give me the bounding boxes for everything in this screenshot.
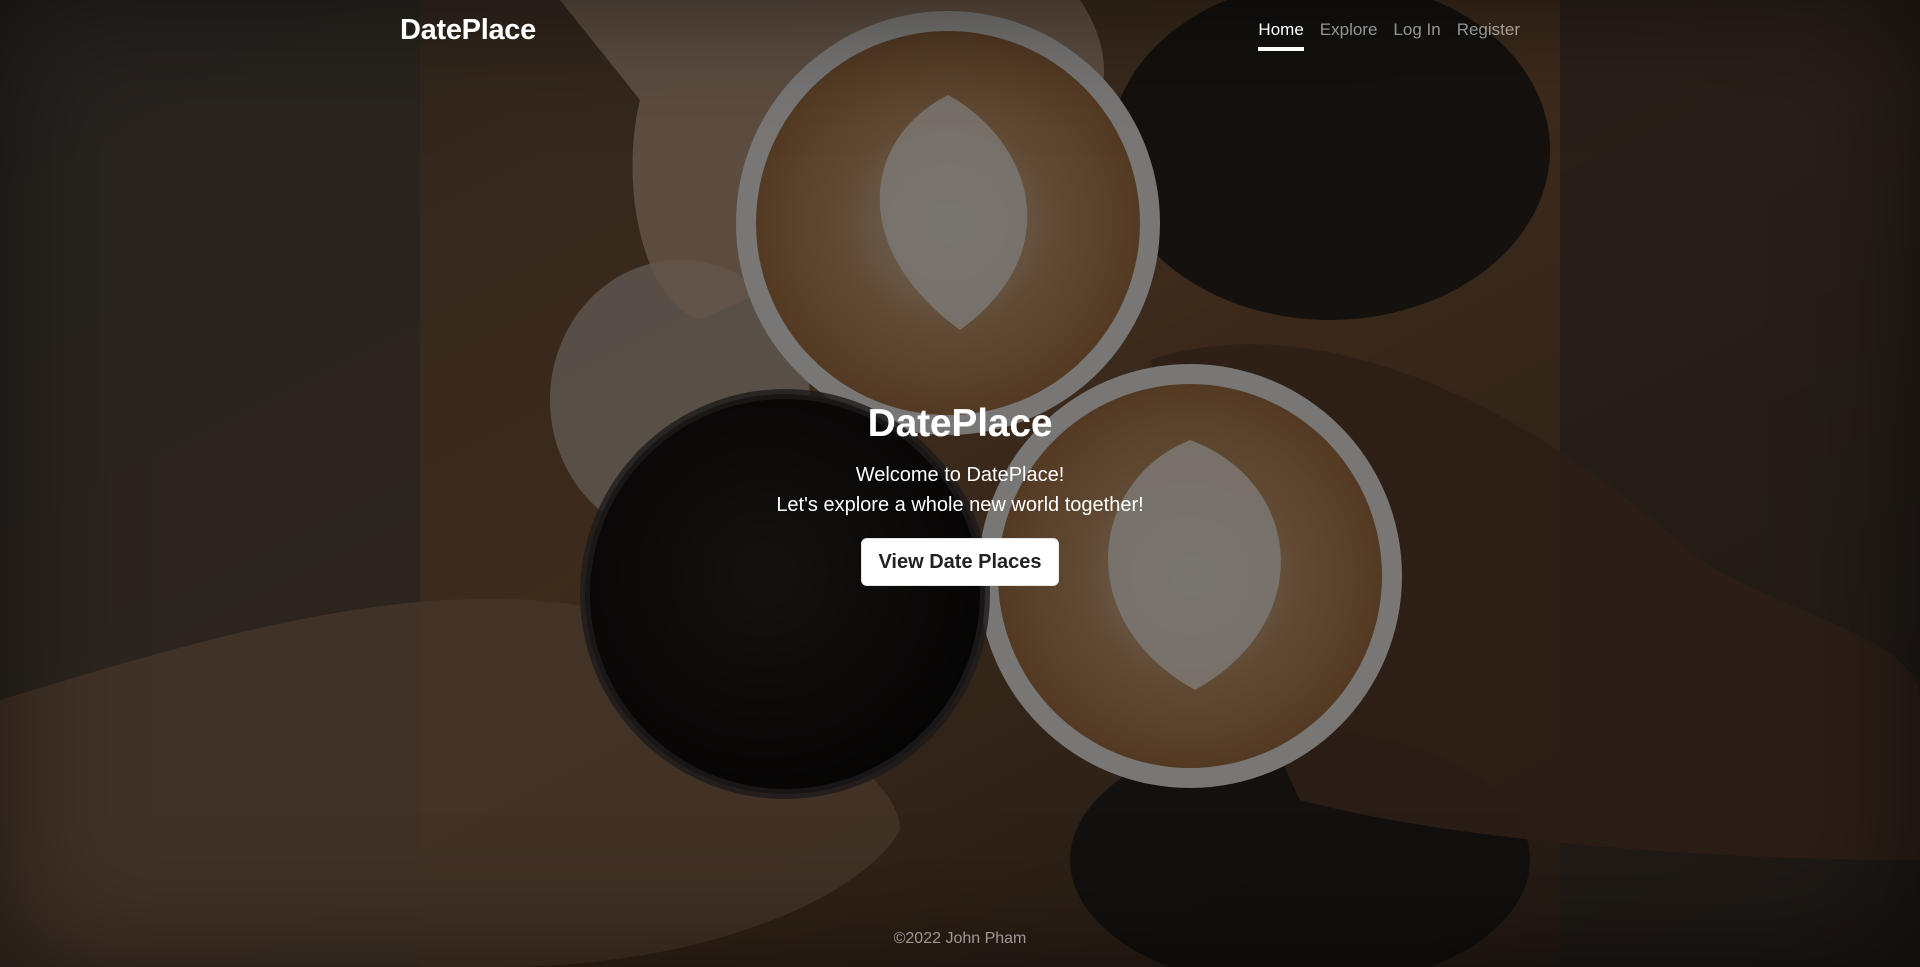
hero-welcome-text: Welcome to DatePlace! <box>855 464 1065 486</box>
view-date-places-button[interactable]: View Date Places <box>861 538 1059 586</box>
page: DatePlace Home Explore Log In Register D… <box>0 0 1920 967</box>
nav-login[interactable]: Log In <box>1393 20 1440 51</box>
nav-home[interactable]: Home <box>1258 20 1304 51</box>
main-nav: Home Explore Log In Register <box>1258 20 1520 51</box>
hero-tagline: Let's explore a whole new world together… <box>776 494 1144 516</box>
brand-logo[interactable]: DatePlace <box>400 14 536 47</box>
nav-explore[interactable]: Explore <box>1320 20 1378 51</box>
top-nav-bar: DatePlace Home Explore Log In Register <box>0 0 1920 62</box>
hero-section: DatePlace Welcome to DatePlace! Let's ex… <box>0 398 1920 586</box>
hero-title: DatePlace <box>867 402 1053 445</box>
nav-register[interactable]: Register <box>1457 20 1520 51</box>
footer-copyright: ©2022 John Pham <box>893 930 1027 947</box>
